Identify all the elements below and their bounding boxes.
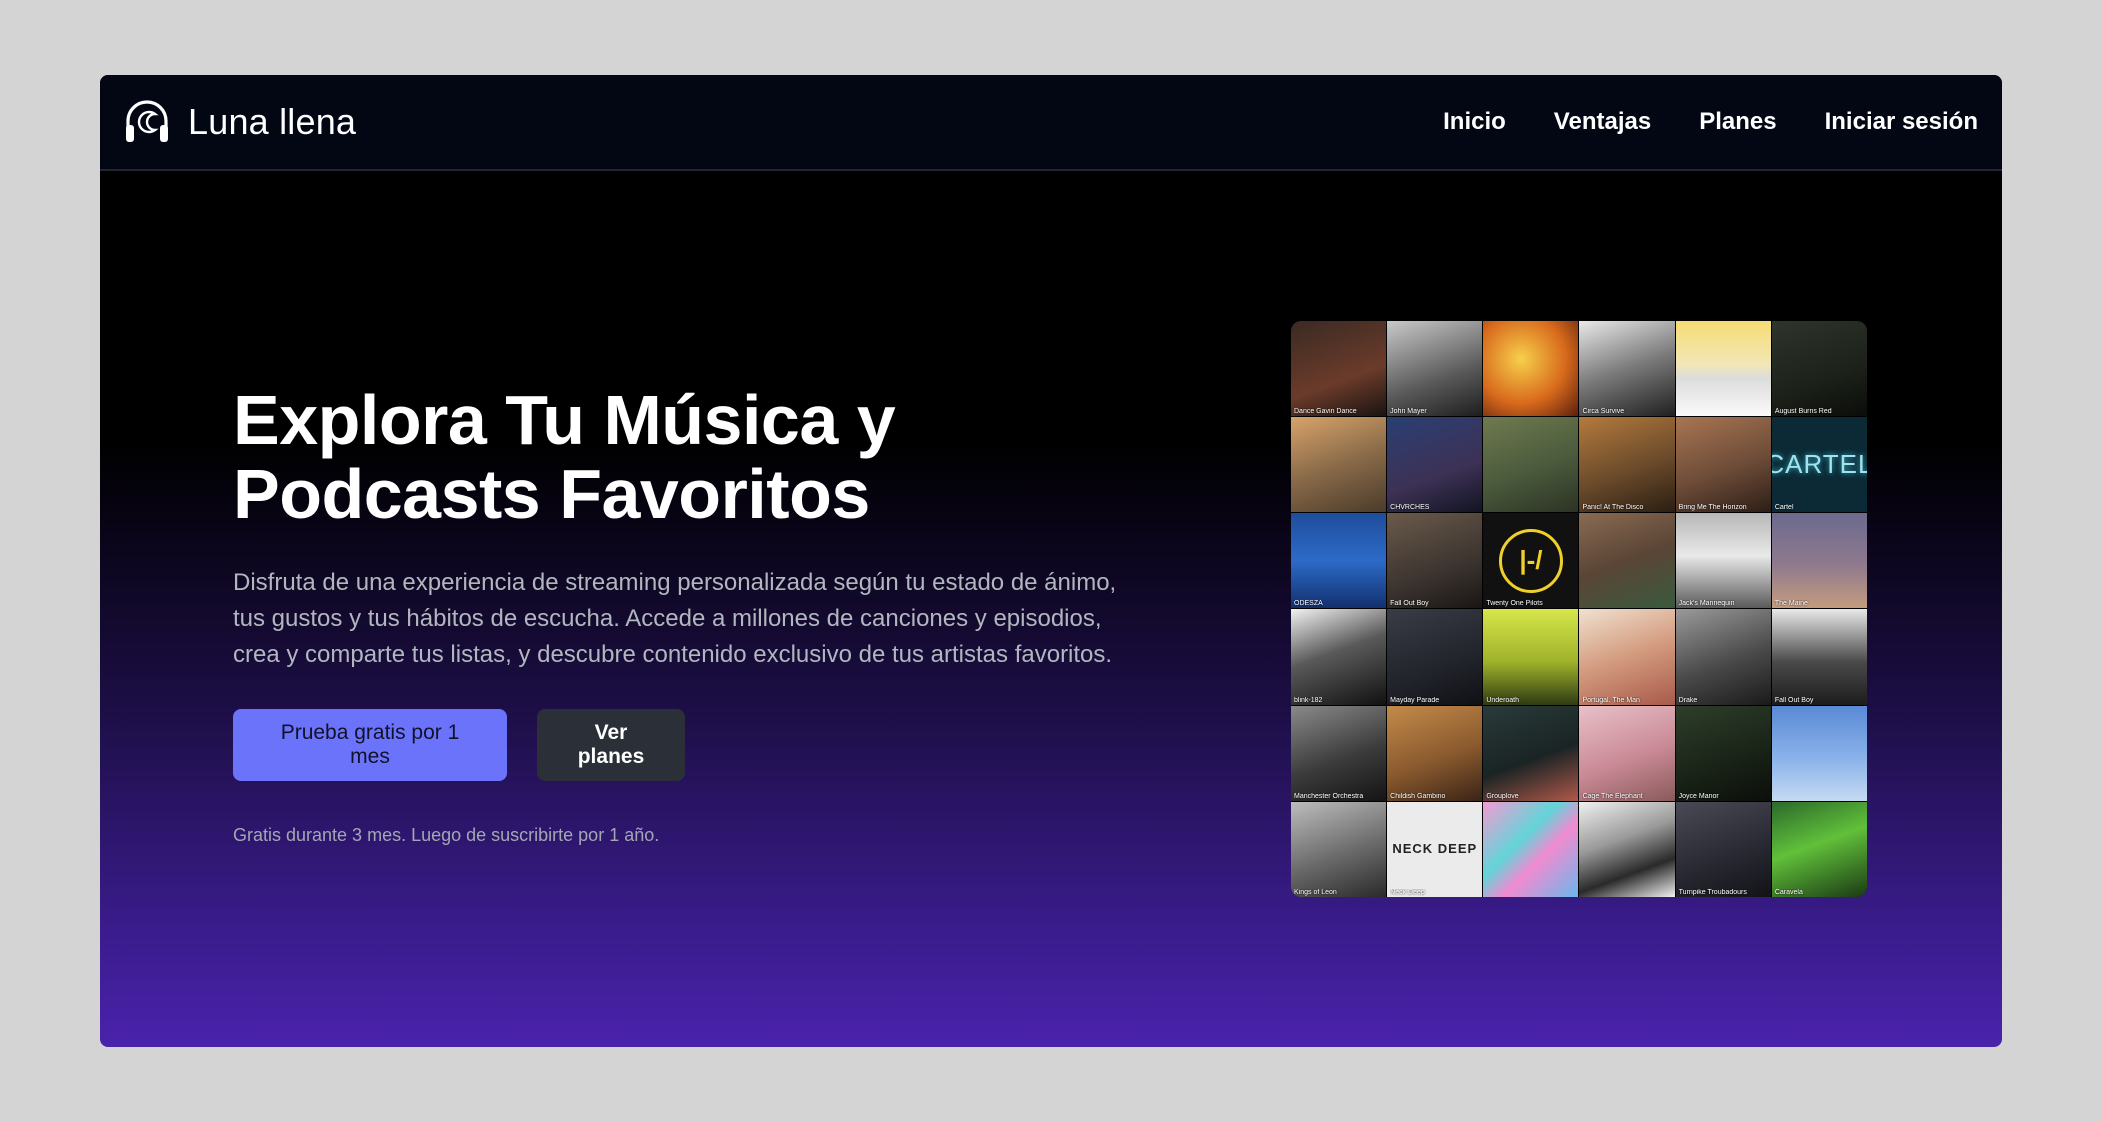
hero-title-line-1: Explora Tu Música y bbox=[233, 381, 896, 459]
album-cover-label: Grouplove bbox=[1486, 792, 1519, 800]
album-cover-text: |-/ bbox=[1519, 545, 1543, 576]
album-cover-label: Kings of Leon bbox=[1294, 888, 1337, 896]
album-cover-label: Neck Deep bbox=[1390, 888, 1425, 896]
album-cover[interactable]: Panic! At The Disco bbox=[1579, 417, 1675, 513]
nav-link-iniciar-sesion[interactable]: Iniciar sesión bbox=[1825, 108, 1978, 136]
album-cover[interactable]: Bring Me The Horizon bbox=[1675, 417, 1771, 513]
album-cover-text: NECK DEEP bbox=[1392, 841, 1478, 857]
nav-link-inicio[interactable]: Inicio bbox=[1443, 108, 1506, 136]
album-cover-label: Childish Gambino bbox=[1390, 792, 1446, 800]
album-cover[interactable]: Joyce Manor bbox=[1675, 705, 1771, 801]
view-plans-button[interactable]: Ver planes bbox=[537, 709, 685, 781]
album-cover[interactable]: NECK DEEP Neck Deep bbox=[1387, 801, 1483, 897]
album-cover[interactable]: Fall Out Boy bbox=[1771, 609, 1867, 705]
album-cover[interactable]: Circa Survive bbox=[1579, 321, 1675, 417]
album-cover[interactable]: Cage The Elephant bbox=[1579, 705, 1675, 801]
album-cover[interactable]: Childish Gambino bbox=[1387, 705, 1483, 801]
brand[interactable]: Luna llena bbox=[122, 97, 356, 147]
album-cover-label: Panic! At The Disco bbox=[1582, 504, 1644, 512]
hero-title-line-2: Podcasts Favoritos bbox=[233, 455, 870, 533]
album-cover[interactable]: |-/ Twenty One Pilots bbox=[1483, 513, 1579, 609]
album-cover[interactable]: Turnpike Troubadours bbox=[1675, 801, 1771, 897]
album-cover-label: John Mayer bbox=[1390, 408, 1427, 416]
hero-title: Explora Tu Música y Podcasts Favoritos bbox=[233, 383, 1133, 531]
album-cover-label: August Burns Red bbox=[1774, 408, 1832, 416]
album-cover-label: Caravela bbox=[1774, 888, 1803, 896]
album-cover[interactable]: Underoath bbox=[1483, 609, 1579, 705]
album-cover-label: Circa Survive bbox=[1582, 408, 1625, 416]
headphones-moon-icon bbox=[126, 100, 168, 142]
album-cover[interactable]: blink-182 bbox=[1291, 609, 1387, 705]
album-cover[interactable]: CHVRCHES bbox=[1387, 417, 1483, 513]
album-cover[interactable]: Kings of Leon bbox=[1291, 801, 1387, 897]
hero-description: Disfruta de una experiencia de streaming… bbox=[233, 569, 1117, 668]
album-cover[interactable]: Manchester Orchestra bbox=[1291, 705, 1387, 801]
hero-buttons: Prueba gratis por 1 mes Ver planes bbox=[233, 709, 1133, 781]
album-cover[interactable] bbox=[1483, 417, 1579, 513]
album-cover[interactable]: August Burns Red bbox=[1771, 321, 1867, 417]
album-cover-label: Jack's Mannequin bbox=[1678, 600, 1735, 608]
album-cover[interactable]: John Mayer bbox=[1387, 321, 1483, 417]
album-cover-label: The Maine bbox=[1774, 600, 1808, 608]
hero-section: Explora Tu Música y Podcasts Favoritos D… bbox=[233, 383, 1133, 846]
album-cover[interactable]: Mayday Parade bbox=[1387, 609, 1483, 705]
navbar: Luna llena Inicio Ventajas Planes Inicia… bbox=[100, 75, 2002, 171]
album-cover-label: Portugal. The Man bbox=[1582, 696, 1640, 704]
album-cover[interactable]: Portugal. The Man bbox=[1579, 609, 1675, 705]
album-cover[interactable]: CARTEL Cartel bbox=[1771, 417, 1867, 513]
album-cover-label: CHVRCHES bbox=[1390, 504, 1430, 512]
album-cover-label: Dance Gavin Dance bbox=[1294, 408, 1357, 416]
album-cover[interactable]: Grouplove bbox=[1483, 705, 1579, 801]
album-cover-label: Cage The Elephant bbox=[1582, 792, 1643, 800]
album-cover[interactable] bbox=[1579, 513, 1675, 609]
album-cover[interactable]: Drake bbox=[1675, 609, 1771, 705]
album-cover[interactable]: Jack's Mannequin bbox=[1675, 513, 1771, 609]
album-cover-grid: Dance Gavin Dance John Mayer Circa Survive… bbox=[1291, 321, 1867, 897]
album-cover[interactable] bbox=[1771, 705, 1867, 801]
album-cover-label: Turnpike Troubadours bbox=[1678, 888, 1747, 896]
album-cover[interactable] bbox=[1579, 801, 1675, 897]
album-cover-label: Drake bbox=[1678, 696, 1698, 704]
album-cover-label: Joyce Manor bbox=[1678, 792, 1719, 800]
album-cover-label: Fall Out Boy bbox=[1390, 600, 1429, 608]
album-cover[interactable]: Caravela bbox=[1771, 801, 1867, 897]
album-cover-label: Cartel bbox=[1774, 504, 1794, 512]
nav-menu: Inicio Ventajas Planes Iniciar sesión bbox=[1443, 108, 1978, 136]
album-cover-label: blink-182 bbox=[1294, 696, 1323, 704]
album-cover-label: Twenty One Pilots bbox=[1486, 600, 1543, 608]
album-cover-label: Underoath bbox=[1486, 696, 1520, 704]
album-cover-label: Bring Me The Horizon bbox=[1678, 504, 1747, 512]
album-cover-label: Mayday Parade bbox=[1390, 696, 1440, 704]
album-cover-text: CARTEL bbox=[1771, 449, 1867, 480]
nav-link-planes[interactable]: Planes bbox=[1699, 108, 1776, 136]
fine-print: Gratis durante 3 mes. Luego de suscribir… bbox=[233, 825, 660, 845]
album-cover[interactable]: Dance Gavin Dance bbox=[1291, 321, 1387, 417]
album-cover[interactable]: ODESZA bbox=[1291, 513, 1387, 609]
album-cover[interactable] bbox=[1291, 417, 1387, 513]
album-cover[interactable] bbox=[1675, 321, 1771, 417]
album-cover-label: ODESZA bbox=[1294, 600, 1323, 608]
album-cover[interactable]: The Maine bbox=[1771, 513, 1867, 609]
album-cover[interactable] bbox=[1483, 801, 1579, 897]
album-cover[interactable] bbox=[1483, 321, 1579, 417]
album-cover[interactable]: Fall Out Boy bbox=[1387, 513, 1483, 609]
browser-window: Luna llena Inicio Ventajas Planes Inicia… bbox=[100, 75, 2002, 1047]
album-cover-label: Manchester Orchestra bbox=[1294, 792, 1364, 800]
brand-name: Luna llena bbox=[188, 101, 357, 142]
album-cover-label: Fall Out Boy bbox=[1774, 696, 1814, 704]
free-trial-button[interactable]: Prueba gratis por 1 mes bbox=[233, 709, 507, 781]
nav-link-ventajas[interactable]: Ventajas bbox=[1554, 108, 1651, 136]
